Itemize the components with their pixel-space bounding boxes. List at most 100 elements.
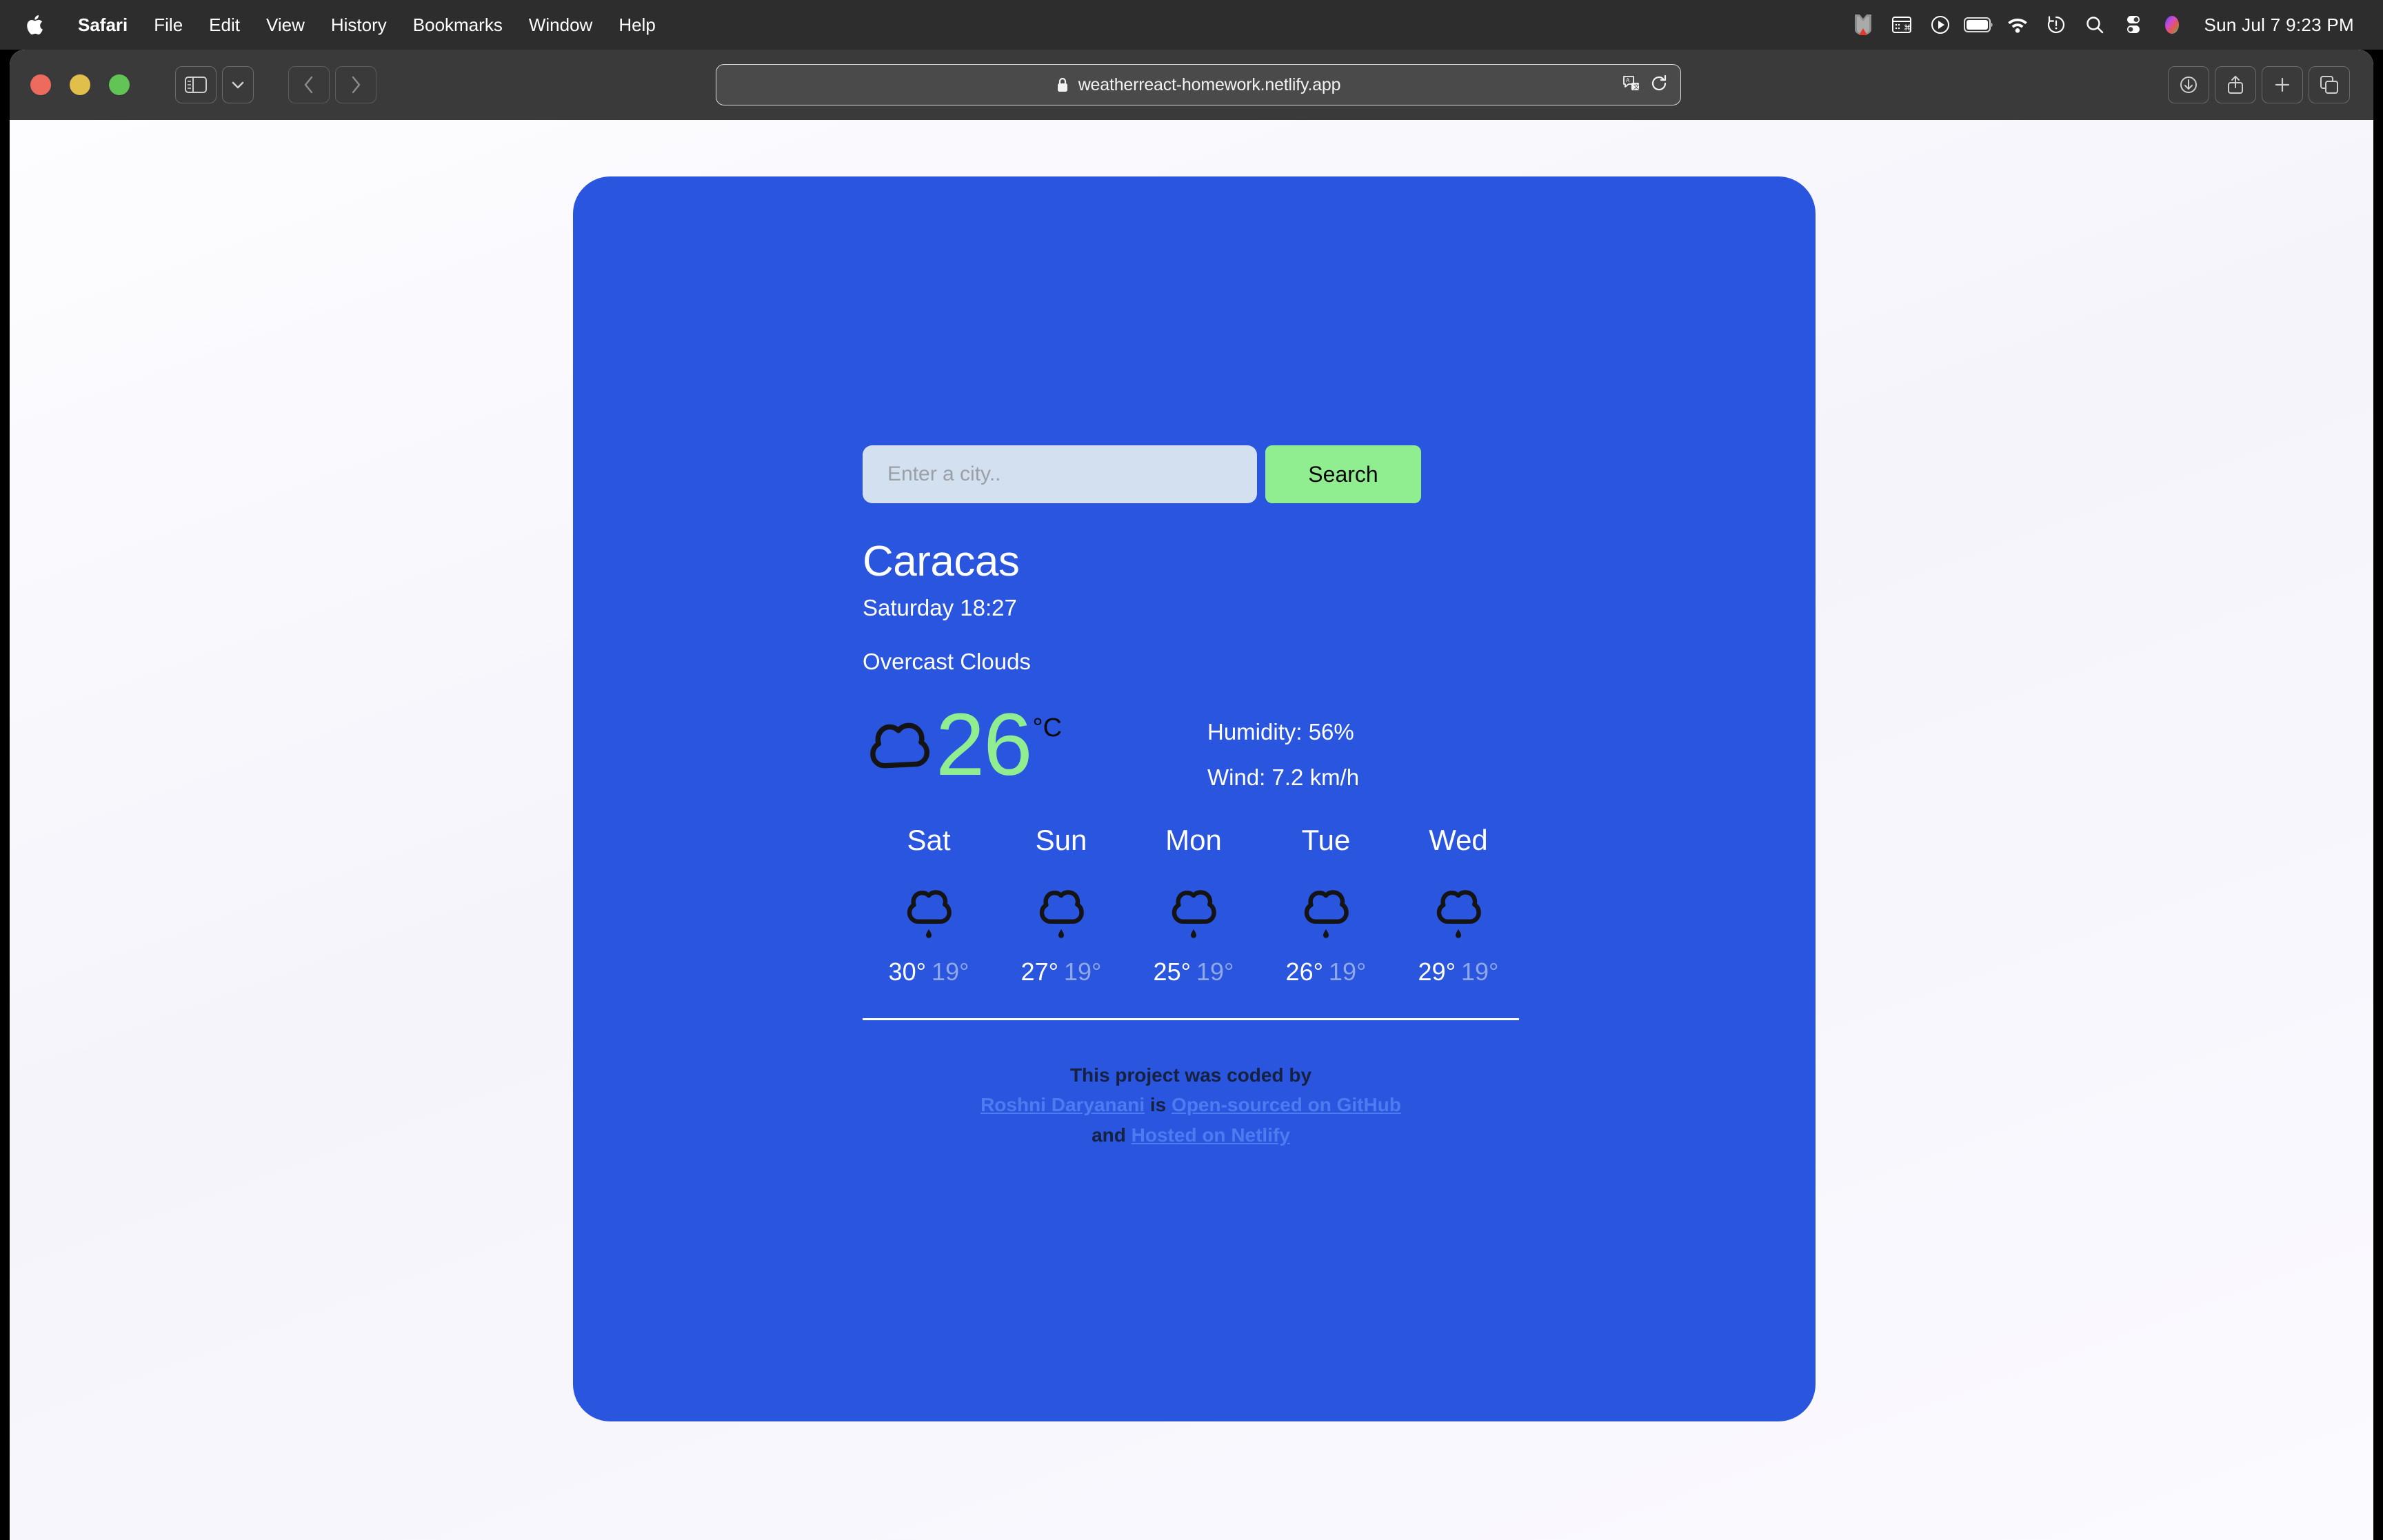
menubar-clock[interactable]: Sun Jul 7 9:23 PM (2204, 14, 2354, 36)
downloads-icon[interactable] (2168, 66, 2209, 103)
weather-forecast: Sat 30° 19° Sun 27° 19° Mon 25° 19° Tue … (863, 824, 1525, 986)
wifi-icon[interactable] (1998, 0, 2037, 50)
window-traffic-lights (10, 74, 130, 95)
menu-item-window[interactable]: Window (516, 0, 605, 50)
play-circle-icon[interactable] (1921, 0, 1960, 50)
address-bar[interactable]: weatherreact-homework.netlify.app A文 (716, 64, 1681, 105)
address-bar-url: weatherreact-homework.netlify.app (1078, 74, 1341, 94)
temperature-unit: °C (1032, 713, 1063, 743)
svg-text:A: A (1626, 77, 1630, 83)
current-datetime: Saturday 18:27 (863, 595, 1017, 621)
menu-item-edit[interactable]: Edit (196, 0, 253, 50)
svg-text:⌘: ⌘ (1904, 24, 1911, 32)
forecast-min-temp: 19° (1461, 958, 1499, 986)
cloud-rain-icon (1392, 872, 1525, 948)
github-link[interactable]: Open-sourced on GitHub (1172, 1094, 1401, 1115)
address-bar-actions: A文 (1622, 74, 1668, 96)
forecast-temps: 29° 19° (1392, 958, 1525, 986)
cloud-rain-icon (1127, 872, 1260, 948)
keyboard-input-icon[interactable]: ⌘ (1882, 0, 1921, 50)
translate-icon[interactable]: A文 (1622, 74, 1640, 96)
close-window-button[interactable] (30, 74, 51, 95)
author-link[interactable]: Roshni Daryanani (981, 1094, 1145, 1115)
forecast-max-temp: 26° (1285, 958, 1323, 986)
city-search-form: Search (863, 445, 1525, 503)
maximize-window-button[interactable] (109, 74, 130, 95)
search-button[interactable]: Search (1265, 445, 1421, 503)
time-machine-icon[interactable] (2037, 0, 2075, 50)
apple-logo-icon[interactable] (21, 14, 48, 36)
cloud-rain-icon (1260, 872, 1392, 948)
tabs-icon[interactable] (2309, 66, 2350, 103)
spotlight-search-icon[interactable] (2075, 0, 2114, 50)
menu-item-view[interactable]: View (253, 0, 318, 50)
reload-icon[interactable] (1650, 74, 1668, 96)
footer-links-line: Roshni Daryanani is Open-sourced on GitH… (863, 1090, 1519, 1119)
forward-button[interactable] (335, 66, 376, 103)
toolbar-right-group (2168, 66, 2350, 103)
forecast-day-name: Sun (1035, 824, 1087, 857)
toolbar-nav-group (175, 66, 376, 103)
search-input[interactable] (863, 445, 1257, 503)
forecast-temps: 30° 19° (863, 958, 995, 986)
humidity-value: Humidity: 56% (1207, 719, 1354, 745)
chevron-down-icon[interactable] (222, 66, 254, 103)
menu-item-bookmarks[interactable]: Bookmarks (400, 0, 516, 50)
current-temperature: 26 (936, 696, 1032, 795)
cloud-rain-icon (995, 872, 1127, 948)
forecast-day: Mon 25° 19° (1127, 824, 1260, 986)
svg-text:文: 文 (1633, 83, 1640, 90)
footer-connector-is: is (1149, 1094, 1167, 1116)
forecast-temps: 25° 19° (1127, 958, 1260, 986)
sidebar-icon[interactable] (175, 66, 217, 103)
menubar-left-group: Safari File Edit View History Bookmarks … (0, 0, 669, 50)
forecast-day: Wed 29° 19° (1392, 824, 1525, 986)
forecast-day-name: Sat (907, 824, 951, 857)
forecast-day: Sat 30° 19° (863, 824, 995, 986)
weather-app-card: Search Caracas Saturday 18:27 Overcast C… (573, 176, 1816, 1421)
forecast-day-name: Wed (1429, 824, 1488, 857)
cloud-icon (863, 709, 936, 782)
malwarebytes-icon[interactable] (1844, 0, 1882, 50)
current-conditions-row: 26 °C Humidity: 56% Wind: 7.2 km/h (863, 701, 1525, 791)
footer-connector-and: and (1092, 1124, 1126, 1146)
forecast-min-temp: 19° (932, 958, 969, 986)
forecast-day-name: Mon (1165, 824, 1222, 857)
weather-card-content: Search Caracas Saturday 18:27 Overcast C… (863, 445, 1525, 1150)
forecast-max-temp: 27° (1020, 958, 1058, 986)
city-name: Caracas (863, 538, 1020, 585)
battery-icon[interactable] (1960, 0, 1998, 50)
menu-item-file[interactable]: File (141, 0, 196, 50)
forecast-min-temp: 19° (1196, 958, 1234, 986)
footer-hosting-line: and Hosted on Netlify (863, 1120, 1519, 1150)
back-button[interactable] (288, 66, 330, 103)
forecast-max-temp: 25° (1153, 958, 1191, 986)
weather-description: Overcast Clouds (863, 649, 1031, 675)
menu-item-safari[interactable]: Safari (65, 0, 141, 50)
forecast-max-temp: 30° (888, 958, 926, 986)
control-center-icon[interactable] (2114, 0, 2153, 50)
web-page-content: Search Caracas Saturday 18:27 Overcast C… (10, 120, 2373, 1540)
siri-icon[interactable] (2153, 0, 2191, 50)
page-footer: This project was coded by Roshni Daryana… (863, 1060, 1519, 1150)
safari-window: weatherreact-homework.netlify.app A文 Ent… (10, 50, 2373, 1540)
forecast-max-temp: 29° (1418, 958, 1456, 986)
lock-icon (1056, 77, 1069, 93)
macos-menubar: Safari File Edit View History Bookmarks … (0, 0, 2383, 50)
wind-value: Wind: 7.2 km/h (1207, 764, 1360, 791)
forecast-day-name: Tue (1301, 824, 1351, 857)
forecast-min-temp: 19° (1329, 958, 1367, 986)
share-icon[interactable] (2215, 66, 2256, 103)
menu-item-help[interactable]: Help (605, 0, 668, 50)
section-divider (863, 1018, 1519, 1021)
forecast-temps: 27° 19° (995, 958, 1127, 986)
menu-item-history[interactable]: History (318, 0, 400, 50)
plus-icon[interactable] (2262, 66, 2303, 103)
forecast-day: Tue 26° 19° (1260, 824, 1392, 986)
safari-toolbar: weatherreact-homework.netlify.app A文 (10, 50, 2373, 120)
netlify-link[interactable]: Hosted on Netlify (1132, 1124, 1290, 1146)
current-temperature-block: 26 °C (863, 701, 1207, 789)
minimize-window-button[interactable] (70, 74, 90, 95)
forecast-min-temp: 19° (1064, 958, 1102, 986)
forecast-temps: 26° 19° (1260, 958, 1392, 986)
